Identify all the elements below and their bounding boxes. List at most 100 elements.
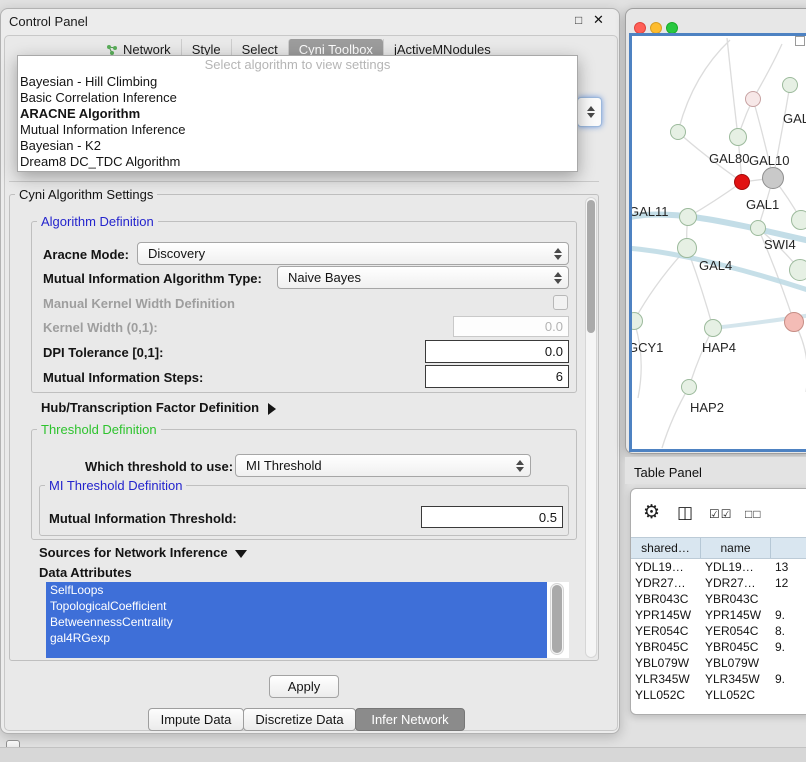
node-label: GCY1 (629, 340, 663, 355)
algorithm-option[interactable]: Bayesian - K2 (18, 138, 577, 154)
list-item[interactable]: TopologicalCoefficient (46, 598, 547, 614)
table-row[interactable]: YDL19…YDL19…13 (631, 559, 806, 575)
table-cell[interactable]: YLL052C (631, 688, 701, 702)
list-item[interactable]: gal4RGexp (46, 630, 547, 646)
mi-type-value: Naive Bayes (288, 270, 361, 285)
gear-icon[interactable]: ⚙ (643, 501, 660, 524)
network-node[interactable] (734, 174, 750, 190)
network-node[interactable] (677, 238, 697, 258)
list-item[interactable]: BetweennessCentrality (46, 614, 547, 630)
table-row[interactable]: YLR345WYLR345W9. (631, 671, 806, 687)
sources-section-toggle[interactable]: Sources for Network Inference (39, 545, 247, 560)
column-header[interactable] (771, 538, 806, 558)
algorithm-option-selected[interactable]: ARACNE Algorithm (18, 106, 577, 122)
network-node[interactable] (670, 124, 686, 140)
table-row[interactable]: YBR043CYBR043C (631, 591, 806, 607)
table-cell[interactable]: YLL052C (701, 688, 771, 702)
network-node[interactable] (704, 319, 722, 337)
table-cell[interactable]: YBL079W (701, 656, 771, 670)
table-cell[interactable]: 9. (771, 640, 806, 654)
network-view-window: GAL8 GAL80 GAL10 GAL11 GAL1 SWI4 GAL4 GC… (625, 8, 806, 454)
table-cell[interactable]: YDL19… (701, 560, 771, 574)
table-cell[interactable]: 9. (771, 608, 806, 622)
network-node[interactable] (762, 167, 784, 189)
network-node[interactable] (681, 379, 697, 395)
table-cell[interactable]: YDR27… (701, 576, 771, 590)
table-cell[interactable]: YLR345W (701, 672, 771, 686)
data-attributes-label: Data Attributes (39, 565, 132, 580)
mi-threshold-field[interactable]: 0.5 (421, 506, 563, 528)
table-row[interactable]: YBL079WYBL079W (631, 655, 806, 671)
algorithm-dropdown-popup: Select algorithm to view settings Bayesi… (17, 55, 578, 172)
table-cell[interactable]: 8. (771, 624, 806, 638)
algorithm-option[interactable]: Bayesian - Hill Climbing (18, 74, 577, 90)
algorithm-placeholder: Select algorithm to view settings (18, 56, 577, 74)
table-cell[interactable]: YPR145W (631, 608, 701, 622)
scroll-corner-box[interactable] (795, 36, 805, 46)
table-cell[interactable]: YER054C (631, 624, 701, 638)
table-row[interactable]: YLL052CYLL052C (631, 687, 806, 703)
table-cell[interactable]: YER054C (701, 624, 771, 638)
mi-steps-field[interactable]: 6 (425, 365, 569, 388)
expand-down-icon (235, 550, 247, 558)
which-threshold-select[interactable]: MI Threshold (235, 454, 531, 477)
algorithm-option[interactable]: Dream8 DC_TDC Algorithm (18, 154, 577, 170)
algorithm-option[interactable]: Basic Correlation Inference (18, 90, 577, 106)
columns-icon[interactable]: ◫ (677, 503, 693, 523)
node-label: GAL80 (709, 151, 749, 166)
attributes-scrollbar-thumb[interactable] (552, 585, 562, 653)
which-threshold-label: Which threshold to use: (85, 459, 233, 474)
table-cell[interactable]: YLR345W (631, 672, 701, 686)
dpi-tolerance-field[interactable]: 0.0 (425, 340, 569, 363)
node-label: GAL1 (746, 197, 779, 212)
settings-scrollbar-thumb[interactable] (587, 200, 595, 333)
network-node[interactable] (784, 312, 804, 332)
mi-type-select[interactable]: Naive Bayes (277, 266, 569, 289)
minimize-icon[interactable]: □ (575, 13, 582, 27)
list-item[interactable] (46, 646, 547, 658)
tab-infer-network[interactable]: Infer Network (355, 708, 465, 731)
table-row[interactable]: YBR045CYBR045C9. (631, 639, 806, 655)
network-node[interactable] (782, 77, 798, 93)
list-item[interactable]: SelfLoops (46, 582, 547, 598)
tab-discretize-data[interactable]: Discretize Data (243, 708, 356, 731)
algorithm-option[interactable]: Mutual Information Inference (18, 122, 577, 138)
table-cell[interactable]: YBR045C (631, 640, 701, 654)
data-attributes-list[interactable]: SelfLoops TopologicalCoefficient Between… (46, 582, 569, 658)
table-cell[interactable]: YBR043C (701, 592, 771, 606)
manual-kernel-checkbox[interactable] (553, 295, 568, 310)
network-node[interactable] (745, 91, 761, 107)
network-node[interactable] (750, 220, 766, 236)
mi-steps-label: Mutual Information Steps: (43, 370, 203, 385)
table-cell[interactable]: 12 (771, 576, 806, 590)
tab-impute-data[interactable]: Impute Data (148, 708, 244, 731)
table-panel-title: Table Panel (634, 465, 702, 480)
table-cell[interactable]: 9. (771, 672, 806, 686)
network-node[interactable] (789, 259, 806, 281)
column-header[interactable]: shared… (631, 538, 701, 558)
select-all-columns-icon[interactable]: ☑☑ (709, 507, 733, 521)
table-cell[interactable]: 13 (771, 560, 806, 574)
table-cell[interactable]: YBR043C (631, 592, 701, 606)
table-row[interactable]: YPR145WYPR145W9. (631, 607, 806, 623)
network-node[interactable] (729, 128, 747, 146)
kernel-width-field[interactable]: 0.0 (453, 316, 569, 337)
table-cell[interactable]: YPR145W (701, 608, 771, 622)
algorithm-combo-stepper[interactable] (577, 97, 602, 127)
network-node[interactable] (679, 208, 697, 226)
table-cell[interactable]: YBL079W (631, 656, 701, 670)
table-row[interactable]: YDR27…YDR27…12 (631, 575, 806, 591)
table-cell[interactable]: YDL19… (631, 560, 701, 574)
table-cell[interactable]: YDR27… (631, 576, 701, 590)
settings-scrollbar[interactable] (585, 197, 597, 658)
network-node[interactable] (791, 210, 806, 230)
attributes-scrollbar[interactable] (550, 583, 564, 655)
deselect-columns-icon[interactable]: □□ (745, 507, 762, 521)
table-row[interactable]: YER054CYER054C8. (631, 623, 806, 639)
close-icon[interactable]: ✕ (593, 12, 604, 28)
aracne-mode-select[interactable]: Discovery (137, 242, 569, 265)
apply-button[interactable]: Apply (269, 675, 339, 698)
column-header[interactable]: name (701, 538, 771, 558)
hub-section-toggle[interactable]: Hub/Transcription Factor Definition (41, 400, 276, 415)
table-cell[interactable]: YBR045C (701, 640, 771, 654)
